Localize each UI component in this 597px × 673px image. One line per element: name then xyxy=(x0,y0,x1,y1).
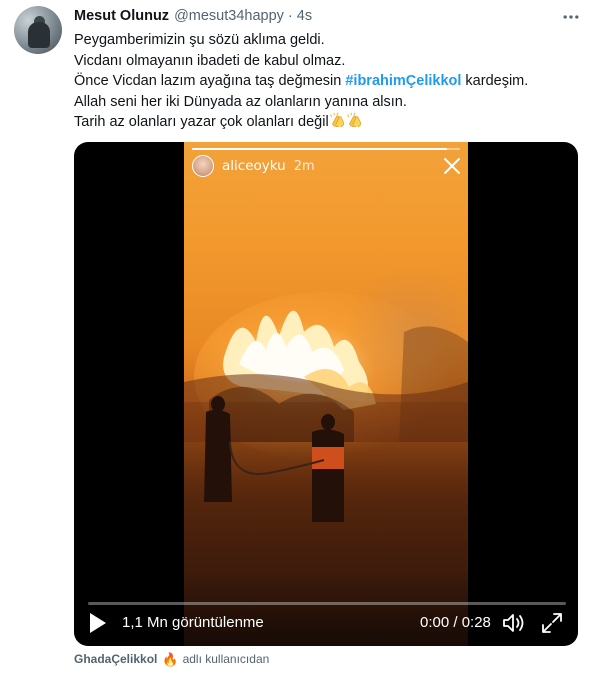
volume-icon[interactable] xyxy=(502,612,526,634)
author-handle[interactable]: @mesut34happy xyxy=(174,8,284,24)
tweet-text-line: Vicdanı olmayanın ibadeti de kabul olmaz… xyxy=(74,52,346,69)
header-separator: · xyxy=(287,8,293,24)
video-timecode: 0:00 / 0:28 xyxy=(420,614,491,631)
tweet-text-line: Allah seni her iki Dünyada az olanların … xyxy=(74,93,407,110)
video-controls: 1,1 Mn görüntülenme 0:00 / 0:28 xyxy=(74,570,578,646)
video-attribution: GhadaÇelikkol 🔥 adlı kullanıcıdan xyxy=(74,650,269,668)
video-player[interactable]: aliceoyku 2m 1,1 Mn görüntülenme 0:00 / … xyxy=(74,142,578,646)
avatar-figure-shape xyxy=(28,22,50,48)
tweet-text-segment: Tarih az olanları yazar çok olanları değ… xyxy=(74,114,329,130)
more-horizontal-icon xyxy=(563,15,579,19)
hashtag-link[interactable]: #ibrahimÇelikkol xyxy=(345,73,461,89)
fullscreen-icon[interactable] xyxy=(541,612,563,634)
tweet-header: Mesut Olunuz @mesut34happy · 4s xyxy=(74,6,312,26)
tweet-text-segment: kardeşim. xyxy=(461,73,529,89)
tweet-text-line: Tarih az olanları yazar çok olanları değ… xyxy=(74,112,579,133)
author-name[interactable]: Mesut Olunuz xyxy=(74,8,169,24)
tweet-timestamp[interactable]: 4s xyxy=(297,8,312,24)
attribution-username[interactable]: GhadaÇelikkol xyxy=(74,652,157,666)
play-icon[interactable] xyxy=(88,612,108,634)
controls-gradient xyxy=(74,570,578,646)
close-icon xyxy=(444,158,460,174)
attribution-label: adlı kullanıcıdan xyxy=(182,652,270,666)
author-avatar[interactable] xyxy=(14,6,62,54)
tweet[interactable]: Mesut Olunuz @mesut34happy · 4s Peygambe… xyxy=(0,0,597,673)
story-progress-fill xyxy=(192,148,447,150)
fire-emoji-icon: 🔥 xyxy=(162,651,179,667)
story-header: aliceoyku 2m xyxy=(192,154,315,178)
tweet-text-line: Peygamberimizin şu sözü aklıma geldi. xyxy=(74,32,325,48)
video-scrub-bar[interactable] xyxy=(88,602,566,605)
view-count: 1,1 Mn görüntülenme xyxy=(122,614,264,631)
tweet-text-segment: Önce Vicdan lazım ayağına taş değmesin xyxy=(74,73,346,89)
tweet-text-line: Önce Vicdan lazım ayağına taş değmesin #… xyxy=(74,71,579,92)
clapping-hands-icon xyxy=(346,112,361,128)
story-progress-bar xyxy=(192,148,460,150)
tweet-text: Peygamberimizin şu sözü aklıma geldi. Vi… xyxy=(74,30,579,133)
more-options-button[interactable] xyxy=(558,6,584,28)
story-avatar xyxy=(192,155,214,177)
story-username: aliceoyku xyxy=(222,158,286,174)
story-age: 2m xyxy=(293,158,315,174)
clapping-hands-icon xyxy=(329,112,344,128)
